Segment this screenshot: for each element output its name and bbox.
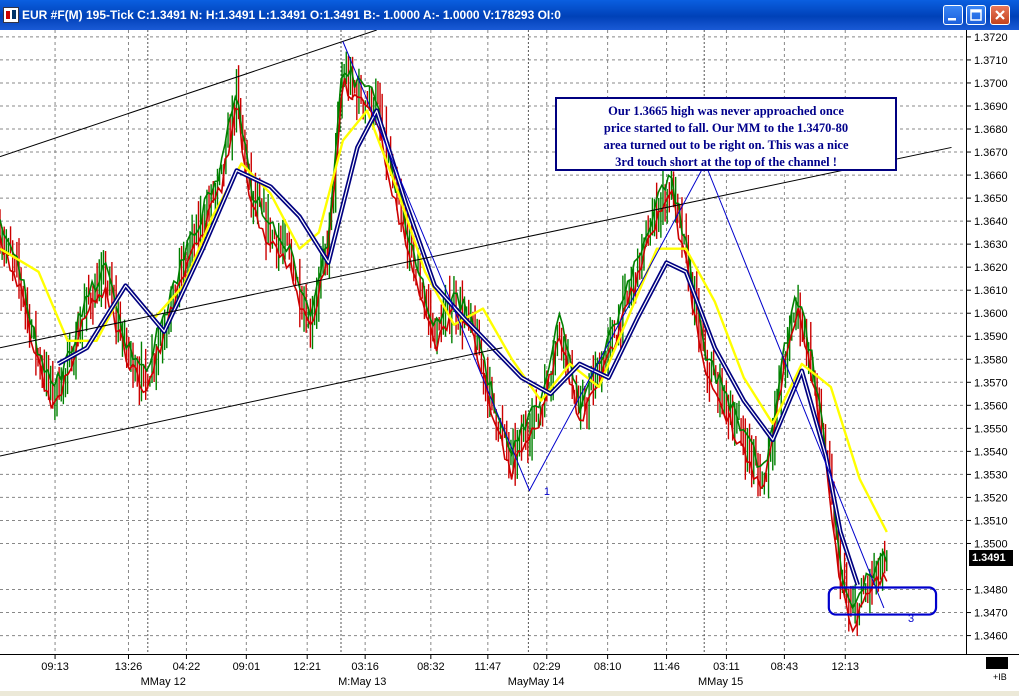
price-tick-label: 1.3570 [974,377,1008,389]
title-bar[interactable]: EUR #F(M) 195-Tick C:1.3491 N: H:1.3491 … [0,0,1019,30]
price-tick-label: 1.3500 [974,538,1008,550]
day-label: MMay 15 [698,676,743,688]
annotation-line: area turned out to be right on. This was… [557,137,895,154]
minimize-button[interactable] [943,5,963,25]
scroll-right-button[interactable] [986,657,1008,669]
minimize-icon [944,6,962,24]
maximize-icon [967,6,985,24]
slow-moving-average-outline [58,111,858,585]
time-tick-label: 11:47 [474,661,501,673]
day-label: M:May 13 [338,676,386,688]
price-tick-label: 1.3530 [974,469,1008,481]
price-tick-label: 1.3580 [974,354,1008,366]
time-tick-label: 09:01 [233,661,261,673]
price-tick-label: 1.3720 [974,32,1008,44]
time-axis[interactable]: 09:13 13:26 04:22 09:01 12:21 03:16 08:32 11:47… [0,654,1019,691]
day-label: MMay 12 [141,676,186,688]
price-tick-label: 1.3480 [974,585,1008,597]
price-tick-label: 1.3680 [974,124,1008,136]
time-tick-label: 12:21 [293,661,321,673]
time-tick-label: 02:29 [533,661,561,673]
time-tick-label: 08:43 [771,661,799,673]
time-tick-label: 11:46 [653,661,680,673]
channel-upper-line[interactable] [0,30,377,157]
day-label: MayMay 14 [508,676,565,688]
price-tick-label: 1.3660 [974,170,1008,182]
price-tick-label: 1.3610 [974,285,1008,297]
slow-moving-average [58,111,858,585]
window-title: EUR #F(M) 195-Tick C:1.3491 N: H:1.3491 … [22,8,561,22]
price-tick-label: 1.3540 [974,446,1008,458]
last-price-marker: 1.3491 [969,550,1013,566]
chart-window: EUR #F(M) 195-Tick C:1.3491 N: H:1.3491 … [0,0,1019,691]
price-tick-label: 1.3460 [974,631,1008,643]
close-icon [991,6,1009,24]
price-chart-panel[interactable]: 123 Our 1.3665 high was never approached… [0,30,966,654]
time-tick-label: 13:26 [115,661,143,673]
time-tick-label: 03:11 [713,661,740,673]
price-tick-label: 1.3650 [974,193,1008,205]
trade-annotation: Our 1.3665 high was never approached onc… [555,97,897,171]
time-axis-ticks: 09:13 13:26 04:22 09:01 12:21 03:16 08:32 11:47… [0,655,966,691]
pattern-point-label: 1 [544,486,550,498]
chart-app-icon[interactable] [3,7,19,23]
annotation-line: Our 1.3665 high was never approached onc… [557,103,895,120]
corner-label: +IB [993,672,1007,682]
time-tick-label: 08:32 [417,661,445,673]
annotation-line: price started to fall. Our MM to the 1.3… [557,120,895,137]
time-tick-label: 04:22 [173,661,201,673]
annotation-line: 3rd touch short at the top of the channe… [557,154,895,171]
price-tick-label: 1.3510 [974,515,1008,527]
time-tick-label: 03:16 [351,661,379,673]
price-tick-label: 1.3670 [974,147,1008,159]
price-tick-label: 1.3520 [974,492,1008,504]
price-tick-label: 1.3470 [974,608,1008,620]
price-tick-label: 1.3560 [974,400,1008,412]
time-tick-label: 08:10 [594,661,622,673]
price-tick-label: 1.3590 [974,331,1008,343]
price-tick-label: 1.3620 [974,262,1008,274]
price-tick-label: 1.3710 [974,55,1008,67]
price-tick-label: 1.3700 [974,78,1008,90]
price-tick-label: 1.3640 [974,216,1008,228]
time-tick-label: 09:13 [41,661,69,673]
price-tick-label: 1.3600 [974,308,1008,320]
price-tick-label: 1.3630 [974,239,1008,251]
close-button[interactable] [990,5,1010,25]
price-tick-label: 1.3550 [974,423,1008,435]
price-tick-label: 1.3690 [974,101,1008,113]
time-tick-label: 12:13 [831,661,859,673]
maximize-button[interactable] [966,5,986,25]
